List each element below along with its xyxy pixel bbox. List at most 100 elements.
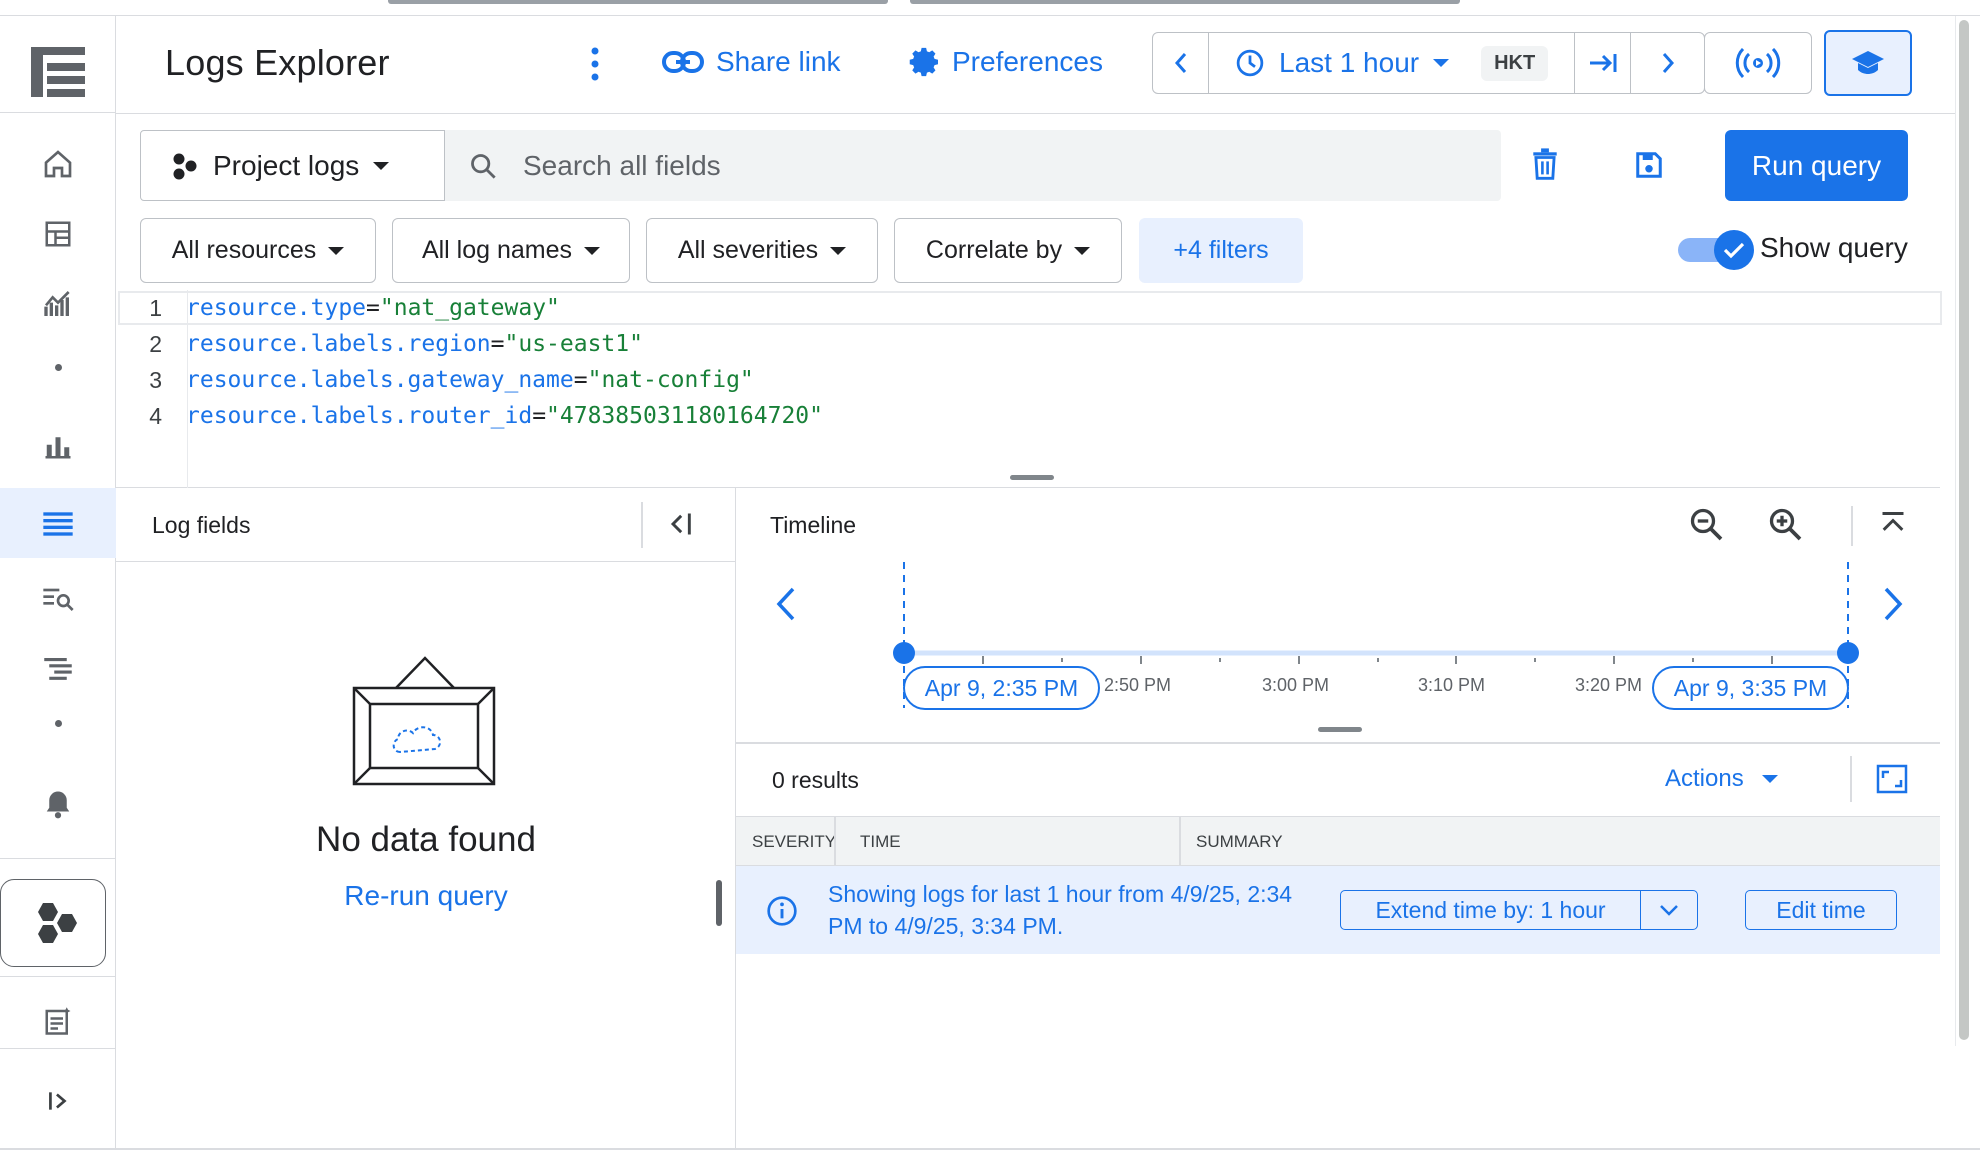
jump-to-now-button[interactable]: [1575, 33, 1631, 93]
clock-icon: [1236, 49, 1264, 77]
rail-alerting[interactable]: [0, 774, 116, 834]
product-menu-button[interactable]: [0, 24, 116, 120]
rail-home[interactable]: [0, 134, 116, 194]
search-bar[interactable]: [445, 130, 1501, 201]
timeline-start-label[interactable]: Apr 9, 2:35 PM: [903, 666, 1100, 710]
rail-pinned-product[interactable]: [0, 879, 106, 967]
query-value: "478385031180164720": [546, 403, 823, 429]
live-stream-icon: [1735, 48, 1781, 78]
save-query-button[interactable]: [1634, 150, 1664, 180]
expand-rail-icon: [49, 1092, 67, 1110]
rail-log-search[interactable]: [0, 568, 116, 628]
learn-button[interactable]: [1824, 30, 1912, 96]
log-fields-title: Log fields: [152, 512, 251, 538]
run-query-button[interactable]: Run query: [1725, 130, 1908, 201]
filter-label: All log names: [421, 236, 573, 264]
rail-more-dot[interactable]: [0, 352, 116, 382]
trash-icon: [1533, 148, 1557, 180]
rail-more-dot[interactable]: [0, 708, 116, 738]
collapse-timeline-button[interactable]: [1878, 510, 1908, 538]
line-number: 3: [149, 366, 162, 393]
page-scrollbar[interactable]: [1955, 16, 1971, 1046]
column-severity[interactable]: SEVERITY: [752, 832, 836, 852]
timeline-resize-handle[interactable]: [1318, 727, 1362, 732]
rail-traces[interactable]: [0, 638, 116, 698]
caret-down-icon: [1074, 246, 1091, 255]
top-tab-indicator: [910, 0, 1460, 4]
project-logs-scope-button[interactable]: Project logs: [140, 130, 445, 201]
filter-all-severities[interactable]: All severities: [646, 218, 878, 283]
info-icon-wrap: [766, 895, 798, 927]
timeline-next-button[interactable]: [1882, 586, 1904, 622]
code-line: 2 resource.labels.region = "us-east1": [116, 326, 643, 362]
gear-icon: [909, 47, 938, 77]
clear-query-button[interactable]: [1532, 148, 1558, 180]
traces-icon: [44, 658, 72, 680]
actions-menu-button[interactable]: Actions: [1665, 765, 1778, 793]
show-query-toggle[interactable]: [1678, 230, 1754, 270]
rail-release-notes[interactable]: [0, 991, 116, 1051]
time-range-picker[interactable]: Last 1 hour HKT: [1209, 33, 1575, 93]
info-icon: [767, 896, 797, 926]
caret-down-icon: [830, 246, 847, 255]
filter-label: Correlate by: [925, 236, 1063, 264]
column-summary[interactable]: SUMMARY: [1196, 832, 1283, 852]
stream-logs-button[interactable]: [1704, 32, 1812, 94]
code-line: 3 resource.labels.gateway_name = "nat-conf…: [116, 362, 754, 398]
extend-time-button[interactable]: Extend time by: 1 hour: [1341, 891, 1641, 929]
scrollbar-thumb[interactable]: [1959, 20, 1969, 1040]
filter-correlate-by[interactable]: Correlate by: [894, 218, 1122, 283]
filter-all-log-names[interactable]: All log names: [392, 218, 630, 283]
left-nav-rail: [0, 16, 116, 1150]
preferences-label: Preferences: [952, 46, 1103, 77]
share-link-button[interactable]: Share link: [662, 46, 841, 78]
check-icon: [1723, 242, 1745, 259]
column-time[interactable]: TIME: [860, 832, 901, 852]
more-options-button[interactable]: [588, 46, 602, 82]
actions-label: Actions: [1665, 765, 1744, 792]
rail-logs-explorer[interactable]: [0, 488, 116, 558]
line-number: 1: [149, 294, 162, 321]
caret-down-icon: [373, 161, 390, 170]
collapse-up-icon: [1882, 512, 1904, 531]
query-value: "nat_gateway": [379, 295, 560, 321]
rail-metrics[interactable]: [0, 274, 116, 334]
query-operator: =: [573, 367, 588, 393]
extend-time-dropdown[interactable]: [1641, 891, 1697, 929]
rail-bar-chart[interactable]: [0, 416, 116, 476]
expand-rail-button[interactable]: [0, 1071, 116, 1131]
preferences-button[interactable]: Preferences: [908, 46, 1103, 78]
edit-time-button[interactable]: Edit time: [1745, 890, 1897, 930]
zoom-in-button[interactable]: [1767, 506, 1803, 542]
zoom-out-button[interactable]: [1688, 506, 1724, 542]
query-key: resource.labels.gateway_name: [186, 367, 574, 393]
fullscreen-button[interactable]: [1876, 764, 1908, 794]
rerun-query-link[interactable]: Re-run query: [116, 880, 736, 912]
time-range-label: Last 1 hour: [1279, 47, 1420, 78]
timeline-end-label[interactable]: Apr 9, 3:35 PM: [1652, 666, 1849, 710]
rail-dashboard[interactable]: [0, 204, 116, 264]
top-tab-indicator: [388, 0, 888, 4]
empty-frame-icon: [352, 656, 496, 786]
column-divider: [834, 817, 836, 865]
time-next-button[interactable]: [1631, 33, 1704, 93]
notes-icon: [45, 1007, 71, 1035]
header-divider: [641, 502, 643, 548]
timeline-tick-label: 3:20 PM: [1575, 675, 1643, 695]
timeline-prev-button[interactable]: [775, 586, 797, 622]
filter-all-resources[interactable]: All resources: [140, 218, 376, 283]
collapse-log-fields-button[interactable]: [666, 510, 694, 538]
save-icon: [1636, 152, 1662, 178]
panel-resize-handle[interactable]: [716, 880, 722, 926]
timezone-badge[interactable]: HKT: [1481, 45, 1549, 81]
time-prev-button[interactable]: [1153, 33, 1209, 93]
line-number: 4: [149, 402, 162, 429]
search-input[interactable]: [523, 149, 1423, 182]
filter-label: +4 filters: [1173, 236, 1269, 264]
editor-resize-handle[interactable]: [1010, 475, 1054, 480]
time-range-group: Last 1 hour HKT: [1152, 32, 1705, 94]
zoom-out-icon: [1690, 508, 1723, 541]
chevron-down-icon: [1660, 905, 1678, 916]
more-filters-chip[interactable]: +4 filters: [1139, 218, 1303, 283]
no-data-title: No data found: [316, 820, 536, 859]
